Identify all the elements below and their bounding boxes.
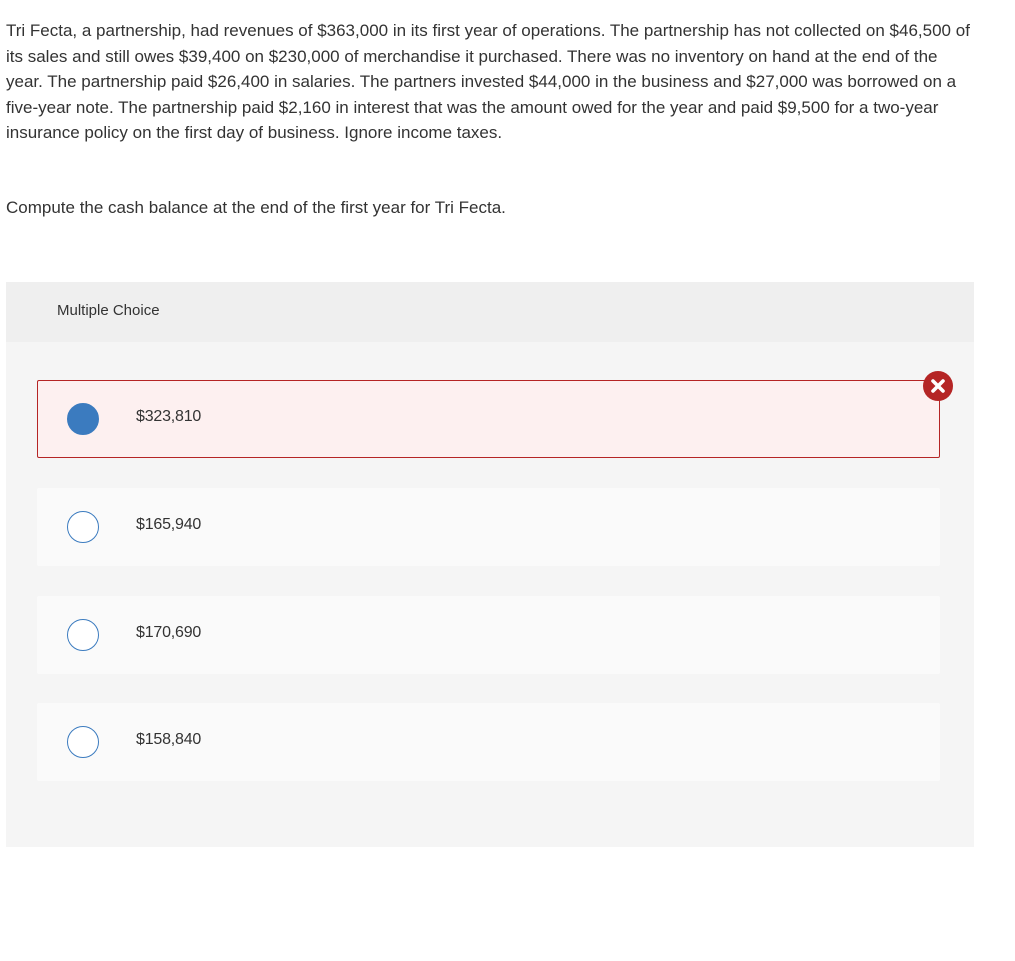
choice-label: $323,810	[136, 408, 202, 425]
choice-option-4[interactable]: $158,840	[37, 703, 940, 781]
question-prompt: Compute the cash balance at the end of t…	[6, 198, 506, 217]
question-text: Tri Fecta, a partnership, had revenues o…	[6, 21, 970, 142]
radio-button-selected[interactable]	[67, 403, 99, 435]
radio-button[interactable]	[67, 619, 99, 651]
multiple-choice-title: Multiple Choice	[57, 302, 160, 319]
choice-label: $158,840	[136, 731, 202, 748]
choice-option-2[interactable]: $165,940	[37, 488, 940, 566]
choice-option-3[interactable]: $170,690	[37, 596, 940, 674]
multiple-choice-panel: Multiple Choice $323,810 $165,940 $170,6…	[6, 282, 974, 847]
radio-button[interactable]	[67, 726, 99, 758]
choice-label: $170,690	[136, 624, 202, 641]
radio-button[interactable]	[67, 511, 99, 543]
choice-label: $165,940	[136, 516, 202, 533]
multiple-choice-header: Multiple Choice	[6, 282, 974, 342]
x-circle-icon	[923, 371, 953, 401]
choice-option-1[interactable]: $323,810	[37, 380, 940, 458]
